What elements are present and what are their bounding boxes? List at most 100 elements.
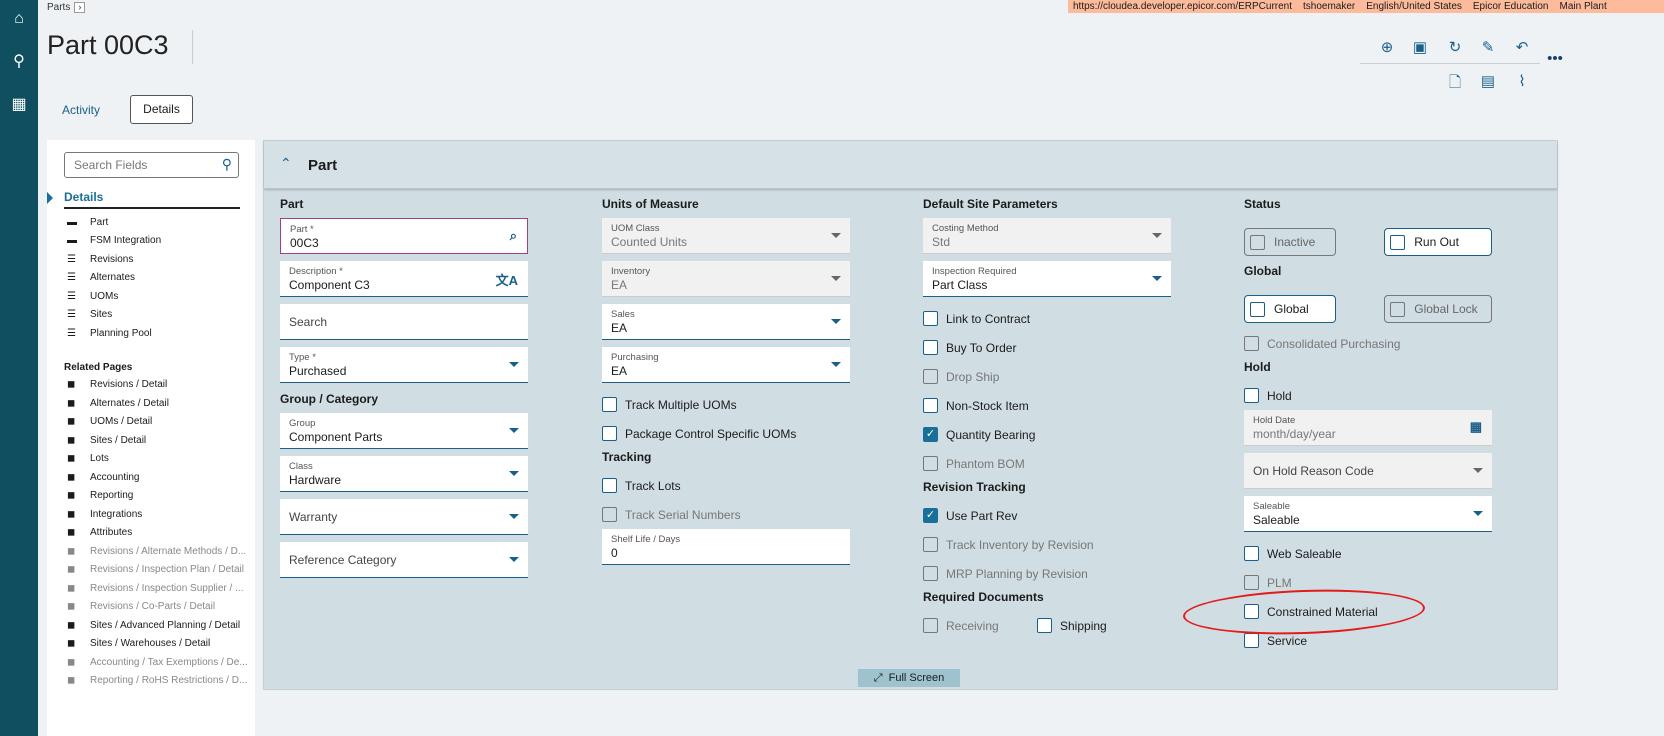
related-page-revisions-alternate-methods-d[interactable]: ◼ Revisions / Alternate Methods / D... [67, 542, 247, 561]
checkbox-box[interactable] [923, 566, 938, 581]
hold-checkbox[interactable]: Hold [1244, 381, 1492, 410]
part-search-icon[interactable]: ⌕ [510, 228, 517, 244]
sidebar-item-sites[interactable]: ☰ Sites [67, 306, 247, 325]
hold-date-field[interactable]: Hold Date month/day/year ▦ [1244, 410, 1492, 446]
description-field[interactable]: Description * Component C3 文A [280, 261, 528, 297]
dropdown-arrow-icon[interactable] [1473, 468, 1483, 473]
sidebar-item-uoms[interactable]: ☰ UOMs [67, 287, 247, 306]
inspection-required-select[interactable]: Inspection Required Part Class [923, 261, 1171, 297]
checkbox-box[interactable] [1244, 388, 1259, 403]
checkbox-box[interactable] [1390, 234, 1406, 250]
checkbox-box[interactable] [923, 369, 938, 384]
mrp-planning-by-revision-checkbox[interactable]: MRP Planning by Revision [923, 559, 1171, 588]
translate-icon[interactable]: 文A [496, 270, 518, 289]
undo-icon[interactable]: ↶ [1512, 38, 1532, 56]
link-to-contract-checkbox[interactable]: Link to Contract [923, 304, 1171, 333]
web-saleable-checkbox[interactable]: Web Saleable [1244, 539, 1492, 568]
checkbox-box[interactable] [923, 340, 938, 355]
checkbox-box[interactable] [1250, 234, 1265, 250]
add-new-icon[interactable]: ⊕ [1377, 38, 1397, 56]
class-select[interactable]: Class Hardware [280, 456, 528, 492]
checkbox-box[interactable] [923, 398, 938, 413]
new-document-icon[interactable]: 🗋 [1445, 72, 1465, 97]
warranty-select[interactable]: Warranty [280, 499, 528, 535]
dropdown-arrow-icon[interactable] [509, 428, 519, 433]
dropdown-arrow-icon[interactable] [831, 233, 841, 238]
related-page-accounting[interactable]: ◼ Accounting [67, 468, 247, 487]
dropdown-arrow-icon[interactable] [1152, 276, 1162, 281]
consolidated-purchasing-checkbox[interactable]: Consolidated Purchasing [1244, 329, 1492, 358]
related-page-accounting-tax-exemptions-de[interactable]: ◼ Accounting / Tax Exemptions / De... [67, 653, 247, 672]
related-page-revisions-co-parts-detail[interactable]: ◼ Revisions / Co-Parts / Detail [67, 598, 247, 617]
search-icon[interactable]: ⚲ [9, 52, 29, 72]
global-toggle[interactable]: Global [1244, 295, 1337, 323]
run-out-toggle[interactable]: Run Out [1384, 228, 1492, 256]
related-page-revisions-inspection-plan-detail[interactable]: ◼ Revisions / Inspection Plan / Detail [67, 561, 247, 580]
checkbox-box[interactable] [923, 537, 938, 552]
sidebar-item-part[interactable]: ▬ Part [67, 213, 247, 232]
sidebar-item-revisions[interactable]: ☰ Revisions [67, 250, 247, 269]
dropdown-arrow-icon[interactable] [1152, 233, 1162, 238]
use-part-rev-checkbox[interactable]: ✓ Use Part Rev [923, 501, 1171, 530]
non-stock-item-checkbox[interactable]: Non-Stock Item [923, 391, 1171, 420]
phantom-bom-checkbox[interactable]: Phantom BOM [923, 449, 1171, 478]
track-inventory-by-revision-checkbox[interactable]: Track Inventory by Revision [923, 530, 1171, 559]
group-select[interactable]: Group Component Parts [280, 413, 528, 449]
related-page-reporting-rohs-restrictions-d[interactable]: ◼ Reporting / RoHS Restrictions / D... [67, 672, 247, 691]
related-page-uoms-detail[interactable]: ◼ UOMs / Detail [67, 413, 247, 432]
sales-select[interactable]: Sales EA [602, 304, 850, 340]
inactive-toggle[interactable]: Inactive [1244, 228, 1337, 256]
field-value[interactable]: Component C3 [289, 278, 519, 292]
checkbox-box[interactable] [602, 397, 617, 412]
checkbox-box[interactable] [1244, 546, 1259, 561]
shelf-life-days-field[interactable]: Shelf Life / Days 0 [602, 529, 850, 565]
search-fields-input[interactable]: Search Fields ⚲ [64, 152, 239, 178]
package-control-specific-uoms-checkbox[interactable]: Package Control Specific UOMs [602, 419, 850, 448]
preview-icon[interactable]: ▤ [1478, 72, 1498, 90]
checkbox-box[interactable]: ✓ [923, 508, 938, 523]
checkbox-box[interactable] [1037, 618, 1052, 633]
dropdown-arrow-icon[interactable] [831, 276, 841, 281]
checkbox-box[interactable] [602, 478, 617, 493]
track-lots-checkbox[interactable]: Track Lots [602, 471, 850, 500]
sidebar-item-fsm-integration[interactable]: ▬ FSM Integration [67, 232, 247, 251]
checkbox-box[interactable] [1390, 301, 1406, 317]
type-select[interactable]: Type * Purchased [280, 347, 528, 383]
search-field[interactable]: Search [280, 304, 528, 340]
related-page-lots[interactable]: ◼ Lots [67, 450, 247, 469]
apps-icon[interactable]: ▦ [9, 95, 29, 115]
checkbox-box[interactable] [602, 507, 617, 522]
more-icon[interactable]: ••• [1545, 50, 1565, 67]
buy-to-order-checkbox[interactable]: Buy To Order [923, 333, 1171, 362]
chevron-right-icon[interactable]: › [74, 2, 86, 13]
breadcrumb[interactable]: Parts › [47, 2, 86, 13]
related-page-reporting[interactable]: ◼ Reporting [67, 487, 247, 506]
tab-details[interactable]: Details [130, 95, 193, 124]
checkbox-box[interactable] [1244, 633, 1259, 648]
checkbox-box[interactable] [1244, 575, 1259, 590]
drop-ship-checkbox[interactable]: Drop Ship [923, 362, 1171, 391]
reference-category-select[interactable]: Reference Category [280, 542, 528, 578]
related-page-sites-detail[interactable]: ◼ Sites / Detail [67, 431, 247, 450]
home-icon[interactable]: ⌂ [9, 9, 29, 29]
refresh-icon[interactable]: ↻ [1445, 38, 1465, 56]
dropdown-arrow-icon[interactable] [1473, 511, 1483, 516]
on-hold-reason-code-select[interactable]: On Hold Reason Code [1244, 453, 1492, 489]
track-serial-numbers-checkbox[interactable]: Track Serial Numbers [602, 500, 850, 529]
sidebar-item-planning-pool[interactable]: ☰ Planning Pool [67, 324, 247, 343]
related-page-attributes[interactable]: ◼ Attributes [67, 524, 247, 543]
search-icon[interactable]: ⚲ [222, 156, 232, 173]
related-page-revisions-inspection-supplier[interactable]: ◼ Revisions / Inspection Supplier / ... [67, 579, 247, 598]
checkbox-box[interactable] [923, 311, 938, 326]
part-field[interactable]: Part * 00C3 ⌕ [280, 218, 528, 254]
related-page-alternates-detail[interactable]: ◼ Alternates / Detail [67, 394, 247, 413]
calendar-icon[interactable]: ▦ [1470, 419, 1482, 435]
dropdown-arrow-icon[interactable] [509, 362, 519, 367]
field-value[interactable]: month/day/year [1253, 427, 1483, 441]
purchasing-select[interactable]: Purchasing EA [602, 347, 850, 383]
checkbox-box[interactable] [923, 618, 938, 633]
full-screen-button[interactable]: ⤢ Full Screen [858, 669, 960, 687]
checkbox-box[interactable]: ✓ [923, 427, 938, 442]
field-value[interactable]: 0 [611, 546, 841, 560]
checkbox-box[interactable] [923, 456, 938, 471]
